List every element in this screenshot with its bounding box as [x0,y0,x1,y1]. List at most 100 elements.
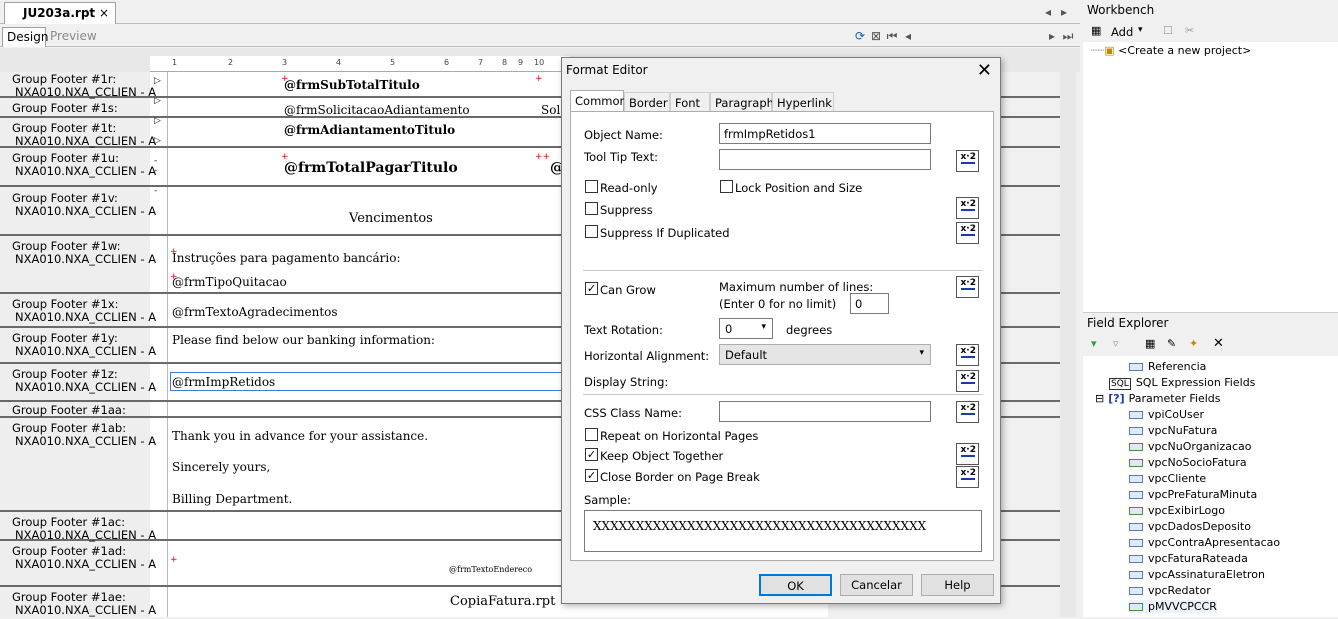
tree-item[interactable]: pMVVCPCCR [1129,600,1217,613]
subreport-copia-fatura[interactable]: CopiaFatura.rpt [450,594,555,609]
tree-item[interactable]: vpcNuOrganizacao [1129,440,1252,453]
can-grow-label: Can Grow [600,283,656,297]
chevron-down-icon[interactable]: ▾ [1138,25,1143,35]
max-lines-field[interactable]: 0 [850,293,889,314]
field-solicitacao-adiantamento[interactable]: @frmSolicitacaoAdiantamento [284,103,470,117]
add-button[interactable]: Add [1111,25,1133,39]
suppress-checkbox[interactable] [585,202,598,215]
document-tab[interactable]: JU203a.rpt × [4,2,116,24]
keep-together-checkbox[interactable]: ✓ [585,448,598,461]
formula-button-icon[interactable]: x·2 [956,443,979,465]
tab-preview[interactable]: Preview [50,29,97,43]
suppress-duplicated-label: Suppress If Duplicated [600,226,730,240]
new-icon[interactable]: ▦ [1145,337,1155,350]
parameter-group-icon: [?] [1108,392,1125,405]
field-subtotal-titulo[interactable]: @frmSubTotalTitulo [284,78,420,92]
parameter-icon [1129,475,1143,483]
suppress-duplicated-checkbox[interactable] [585,225,598,238]
scroll-right-icon[interactable]: ▸ [1056,4,1072,20]
browse-icon[interactable]: ▿ [1113,337,1119,350]
formula-button-icon[interactable]: x·2 [956,370,979,392]
field-texto-endereco[interactable]: @frmTextoEndereco [449,565,532,574]
field-tipo-quitacao[interactable]: @frmTipoQuitacao [172,275,287,289]
help-button[interactable]: Help [921,574,994,596]
next-page-icon[interactable]: ▸ [1044,28,1060,44]
tree-item[interactable]: ⊟ [?] Parameter Fields [1095,392,1221,405]
field-adiantamento-titulo[interactable]: @frmAdiantamentoTitulo [284,123,455,137]
section-label: Group Footer #1s: [12,101,118,115]
first-page-icon[interactable]: ⏮ [884,28,900,44]
close-border-checkbox[interactable]: ✓ [585,469,598,482]
tab-common[interactable]: Common [570,90,627,112]
field-texto-agradecimentos[interactable]: @frmTextoAgradecimentos [172,305,338,319]
tooltip-field[interactable] [719,149,931,170]
tree-item[interactable]: SQL SQL Expression Fields [1109,376,1255,390]
stop-icon[interactable]: ⊠ [868,28,884,44]
text-vencimentos[interactable]: Vencimentos [349,211,433,226]
object-name-field[interactable]: frmImpRetidos1 [719,123,931,144]
tree-item[interactable]: vpiCoUser [1129,408,1204,421]
tree-item[interactable]: vpcRedator [1129,584,1211,597]
field-imp-retidos[interactable]: @frmImpRetidos [172,375,275,389]
close-icon[interactable]: ✕ [977,60,992,81]
collapse-icon[interactable]: ⊟ [1095,392,1104,405]
field-solicitacao-cut[interactable]: Sol [541,103,560,117]
css-class-label: CSS Class Name: [584,406,682,420]
ok-button[interactable]: OK [759,574,832,596]
text-instrucoes[interactable]: Instruções para pagamento bancário: [172,251,401,265]
text-sincerely[interactable]: Sincerely yours, [172,460,270,474]
close-tab-icon[interactable]: × [99,6,109,20]
formula-button-icon[interactable]: x·2 [956,197,979,219]
tree-item[interactable]: vpcDadosDeposito [1129,520,1251,533]
new-item-icon[interactable]: ☐ [1163,24,1173,37]
last-page-icon[interactable]: ⏭ [1060,28,1076,44]
lock-position-checkbox[interactable] [720,180,733,193]
text-rotation-select[interactable]: 0 ▾ [719,318,773,339]
insert-field-icon[interactable]: ▾ [1091,337,1097,350]
tree-item[interactable]: vpcContraApresentacao [1129,536,1280,549]
tab-paragraph[interactable]: Paragraph [710,92,774,112]
cancel-button[interactable]: Cancelar [840,574,913,596]
field-total-pagar-titulo[interactable]: @frmTotalPagarTitulo [284,160,458,176]
text-billing[interactable]: Billing Department. [172,492,292,506]
add-project-icon[interactable]: ▦ [1091,24,1101,37]
tree-item[interactable]: vpcCliente [1129,472,1206,485]
tab-font[interactable]: Font [670,92,710,112]
formula-button-icon[interactable]: x·2 [956,276,979,298]
delete-icon[interactable]: ✕ [1213,336,1224,351]
can-grow-checkbox[interactable]: ✓ [585,282,598,295]
max-lines-hint: (Enter 0 for no limit) [719,297,837,311]
formula-button-icon[interactable]: x·2 [956,222,979,244]
tree-item[interactable]: Referencia [1129,360,1206,373]
tree-item[interactable]: vpcExibirLogo [1129,504,1225,517]
text-banking-info[interactable]: Please find below our banking informatio… [172,333,435,347]
read-only-checkbox[interactable] [585,180,598,193]
tree-item[interactable]: vpcAssinaturaEletron [1129,568,1265,581]
edit-icon[interactable]: ✎ [1167,337,1176,350]
tree-item[interactable]: vpcNuFatura [1129,424,1217,437]
formula-button-icon[interactable]: x·2 [956,150,979,172]
prev-page-icon[interactable]: ◂ [900,28,916,44]
text-thank-you[interactable]: Thank you in advance for your assistance… [172,429,428,443]
used-parameter-icon [1129,443,1143,451]
tab-hyperlink[interactable]: Hyperlink [772,92,834,112]
sample-preview: XXXXXXXXXXXXXXXXXXXXXXXXXXXXXXXXXXXXXXX [584,510,982,552]
tree-item[interactable]: vpcNoSocioFatura [1129,456,1247,469]
vertical-scrollbar[interactable] [1060,72,1076,617]
formula-button-icon[interactable]: x·2 [956,466,979,488]
formula-button-icon[interactable]: x·2 [956,344,979,366]
tree-item[interactable]: vpcFaturaRateada [1129,552,1248,565]
formula-button-icon[interactable]: x·2 [956,401,979,423]
delete-icon[interactable]: ✂ [1185,24,1194,37]
h-align-select[interactable]: Default ▾ [719,344,931,365]
rename-icon[interactable]: ✦ [1189,337,1198,350]
refresh-icon[interactable]: ⟳ [852,28,868,44]
h-align-label: Horizontal Alignment: [584,349,710,363]
tree-item[interactable]: vpcPreFaturaMinuta [1129,488,1257,501]
tab-border[interactable]: Border [624,92,670,112]
scroll-left-icon[interactable]: ◂ [1040,4,1056,20]
create-project-item[interactable]: ┈┈▣ <Create a new project> [1091,44,1251,57]
css-class-field[interactable] [719,401,931,422]
tab-design[interactable]: Design [2,27,48,47]
repeat-horizontal-checkbox[interactable] [585,428,598,441]
